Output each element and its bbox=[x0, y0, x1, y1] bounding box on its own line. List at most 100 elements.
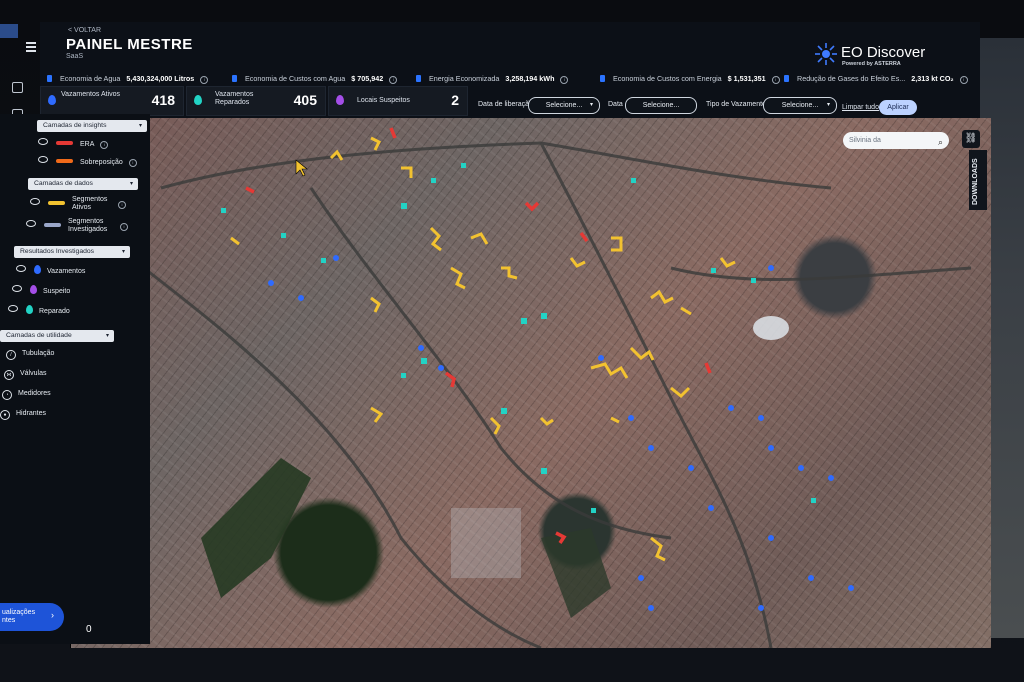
repaired-marker bbox=[221, 208, 226, 213]
info-icon[interactable]: i bbox=[771, 76, 780, 84]
leak-marker bbox=[728, 405, 734, 411]
info-icon[interactable]: i bbox=[120, 222, 128, 231]
layer-row-active-segments[interactable]: Segmentos Ativos i bbox=[30, 196, 126, 212]
layer-label: ERA bbox=[80, 141, 95, 148]
active-segment bbox=[230, 236, 240, 246]
stat-card-suspect-sites[interactable]: Locais Suspeitos 2 bbox=[328, 86, 468, 116]
info-icon[interactable]: i bbox=[118, 200, 126, 209]
river-road bbox=[130, 256, 542, 648]
legend-swatch bbox=[56, 159, 73, 163]
stat-label: Vazamentos Reparados bbox=[215, 91, 254, 106]
info-icon[interactable]: i bbox=[560, 76, 569, 84]
active-segment bbox=[650, 289, 674, 304]
metric-label: Economia de Custos com Agua bbox=[245, 74, 346, 83]
date-label: Data bbox=[608, 101, 623, 108]
layers-panel: Camadas de insights ▾ ERA i Sobreposição i … bbox=[0, 114, 150, 644]
clear-all-link[interactable]: Limpar tudo bbox=[842, 104, 879, 111]
leak-type-select[interactable]: Selecione... ▾ bbox=[763, 97, 837, 114]
home-icon[interactable] bbox=[12, 82, 23, 93]
stat-card-active-leaks[interactable]: Vazamentos Ativos 418 bbox=[40, 86, 184, 116]
layer-row-pipes[interactable]: / Tubulação bbox=[6, 350, 54, 360]
back-link[interactable]: < VOLTAR bbox=[68, 27, 101, 34]
info-icon[interactable]: i bbox=[389, 76, 398, 84]
satellite-map[interactable] bbox=[70, 118, 991, 648]
page-title: PAINEL MESTRE bbox=[66, 36, 193, 53]
metric-label: Economia de Custos com Energia bbox=[613, 74, 722, 83]
layer-label: Sobreposição bbox=[80, 159, 123, 166]
chevron-down-icon: ▾ bbox=[826, 102, 830, 108]
active-segment bbox=[680, 306, 692, 316]
era-marker bbox=[245, 186, 255, 194]
metric-value: 5,430,324,000 Litros bbox=[126, 74, 195, 83]
utility-layers-header[interactable]: Camadas de utilidade ▾ bbox=[0, 330, 114, 342]
info-icon[interactable]: i bbox=[959, 76, 968, 84]
leak-marker bbox=[798, 465, 804, 471]
cost-icon bbox=[232, 75, 237, 82]
date-select[interactable]: Selecione... bbox=[625, 97, 697, 114]
stat-value: 2 bbox=[451, 92, 459, 108]
eye-icon[interactable] bbox=[16, 265, 26, 272]
metrics-row: Economia de Agua 5,430,324,000 Litros i Ec… bbox=[40, 70, 980, 86]
era-marker bbox=[579, 231, 589, 243]
layer-row-era[interactable]: ERA i bbox=[38, 138, 109, 149]
leak-marker bbox=[268, 280, 274, 286]
leak-marker bbox=[688, 465, 694, 471]
eye-icon[interactable] bbox=[12, 285, 22, 292]
metric-label: Redução de Gases do Efeito Es... bbox=[797, 74, 906, 83]
eye-icon[interactable] bbox=[26, 219, 36, 227]
map-search-input[interactable]: Silvinia da ⌕ bbox=[843, 132, 949, 149]
info-icon[interactable]: i bbox=[100, 141, 109, 149]
layer-label: Válvulas bbox=[20, 370, 47, 377]
leak-marker bbox=[708, 505, 714, 511]
energy-cost-icon bbox=[600, 75, 605, 82]
link-icon[interactable]: ⛓ bbox=[962, 130, 980, 148]
chevron-down-icon: ▾ bbox=[589, 102, 593, 108]
stat-value: 405 bbox=[293, 92, 317, 108]
chevron-down-icon: ▾ bbox=[129, 181, 133, 187]
section-title: Camadas de utilidade bbox=[6, 332, 72, 339]
leak-marker bbox=[768, 265, 774, 271]
legend-swatch bbox=[48, 200, 65, 205]
metric-ghg-reduction: Redução de Gases do Efeito Es... 2,313 kt… bbox=[784, 74, 968, 84]
layer-row-repaired[interactable]: Reparado bbox=[8, 305, 70, 315]
stat-card-repaired-leaks[interactable]: Vazamentos Reparados 405 bbox=[186, 86, 326, 116]
highway-road bbox=[160, 141, 832, 190]
downloads-tab[interactable]: DOWNLOADS bbox=[969, 150, 987, 210]
leak-marker bbox=[768, 535, 774, 541]
eye-icon[interactable] bbox=[8, 305, 18, 312]
metric-value: 2,313 kt CO₂ bbox=[911, 74, 954, 83]
select-value: Selecione... bbox=[642, 102, 680, 109]
layer-row-investigated-segments[interactable]: Segmentos Investigados i bbox=[26, 218, 128, 234]
eye-icon[interactable] bbox=[30, 197, 40, 205]
era-marker bbox=[704, 362, 712, 374]
info-icon[interactable]: i bbox=[200, 76, 209, 84]
data-layers-header[interactable]: Camadas de dados ▾ bbox=[28, 178, 138, 190]
sun-logo-icon bbox=[815, 43, 837, 65]
layer-row-hydrants[interactable]: ● Hidrantes bbox=[0, 410, 46, 420]
apply-button[interactable]: Aplicar bbox=[879, 100, 917, 115]
layer-row-meters[interactable]: ◔ Medidores bbox=[2, 390, 51, 400]
legend-swatch bbox=[56, 141, 73, 145]
menu-icon[interactable] bbox=[26, 42, 36, 52]
eye-icon[interactable] bbox=[38, 156, 48, 163]
search-icon[interactable]: ⌕ bbox=[938, 134, 943, 151]
release-date-select[interactable]: Selecione... ▾ bbox=[528, 97, 600, 114]
layer-row-suspect[interactable]: Suspeito bbox=[12, 285, 70, 295]
metric-water-cost: Economia de Custos com Agua $ 705,942 i bbox=[232, 74, 398, 84]
insights-layers-header[interactable]: Camadas de insights ▾ bbox=[37, 120, 147, 132]
metric-label: Economia de Agua bbox=[60, 74, 121, 83]
info-icon[interactable]: i bbox=[128, 159, 137, 167]
visualizations-button[interactable]: ualizações ntes › bbox=[0, 603, 64, 631]
layer-row-valves[interactable]: ⋈ Válvulas bbox=[4, 370, 46, 380]
repaired-marker bbox=[631, 178, 636, 183]
layer-row-leaks[interactable]: Vazamentos bbox=[16, 265, 85, 275]
leak-marker bbox=[758, 605, 764, 611]
repaired-marker bbox=[461, 163, 466, 168]
results-layers-header[interactable]: Resultados Investigados ▾ bbox=[14, 246, 130, 258]
search-text: Silvinia da bbox=[849, 137, 881, 144]
layer-row-overlap[interactable]: Sobreposição i bbox=[38, 156, 137, 167]
eye-icon[interactable] bbox=[38, 138, 48, 145]
leak-marker bbox=[418, 345, 424, 351]
map-overlay bbox=[130, 127, 972, 648]
repaired-marker bbox=[811, 498, 816, 503]
